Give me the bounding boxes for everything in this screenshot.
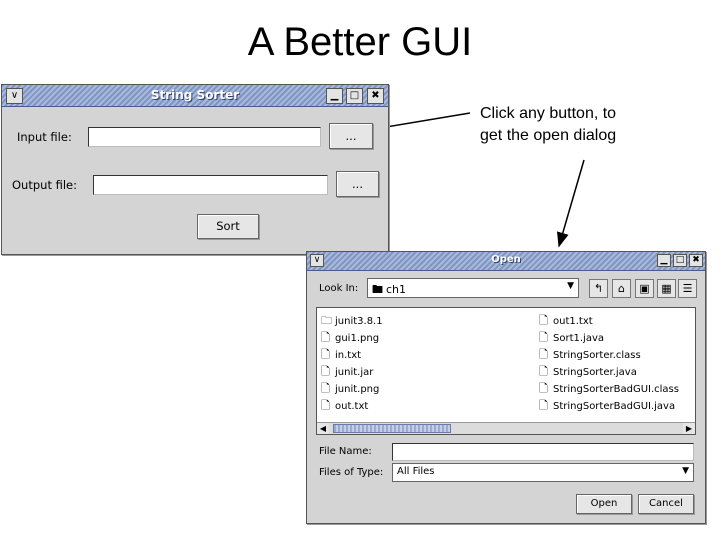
look-in-label: Look In: [319,283,359,294]
file-name: junit3.8.1 [335,316,383,327]
string-sorter-titlebar[interactable]: ∨ String Sorter ▁ □ ✖ [2,85,388,107]
scrollbar-thumb[interactable] [333,424,451,433]
file-list-item[interactable]: 🗋 gui1.png [321,329,383,346]
file-name-field[interactable] [392,443,694,461]
file-list-item[interactable]: 🗋 StringSorterBadGUI.java [539,397,679,414]
open-dialog-titlebar[interactable]: ∨ Open ▁ □ ✖ [307,252,705,271]
home-icon[interactable]: ⌂ [612,279,631,298]
scroll-left-icon[interactable]: ◀ [317,423,329,434]
output-file-field[interactable] [93,175,328,195]
file-icon: 🗋 [321,348,330,361]
file-icon: 🗋 [321,382,330,395]
file-list-item[interactable]: 🗋 StringSorter.class [539,346,679,363]
list-view-icon[interactable]: ▦ [657,279,676,298]
file-name: out1.txt [553,316,593,327]
file-list-item[interactable]: 🗀 junit3.8.1 [321,312,383,329]
maximize-icon[interactable]: □ [673,254,687,267]
file-name: junit.png [335,384,380,395]
file-column-right: 🗋 out1.txt 🗋 Sort1.java 🗋 StringSorter.class 🗋… [539,312,679,414]
folder-icon: 🖿 [372,283,383,296]
slide-title: A Better GUI [247,20,473,64]
file-icon: 🗋 [321,365,330,378]
look-in-select[interactable]: 🖿 ch1 ▼ [367,278,579,298]
input-file-label: Input file: [17,130,72,144]
details-view-icon[interactable]: ☰ [678,279,697,298]
input-file-field[interactable] [88,127,321,147]
file-list-item[interactable]: 🗋 out.txt [321,397,383,414]
chevron-down-icon[interactable]: ▼ [567,281,574,291]
sort-button[interactable]: Sort [197,214,259,239]
file-name: StringSorter.class [553,350,641,361]
output-browse-button[interactable]: ... [336,171,379,197]
open-dialog-title: Open [491,254,521,265]
cancel-button[interactable]: Cancel [638,494,694,514]
scroll-right-icon[interactable]: ▶ [683,423,695,434]
file-list-item[interactable]: 🗋 StringSorter.java [539,363,679,380]
file-list-item[interactable]: 🗋 junit.png [321,380,383,397]
folder-icon: 🗀 [321,314,332,327]
file-name-label: File Name: [319,446,372,457]
file-icon: 🗋 [539,314,548,327]
close-icon[interactable]: ✖ [689,254,703,267]
look-in-value: ch1 [386,283,407,296]
file-icon: 🗋 [539,399,548,412]
file-name: in.txt [335,350,362,361]
file-name: StringSorterBadGUI.class [553,384,679,395]
file-name: StringSorterBadGUI.java [553,401,676,412]
file-list-item[interactable]: 🗋 StringSorterBadGUI.class [539,380,679,397]
annotation-text: Click any button, to get the open dialog [480,103,616,147]
minimize-icon[interactable]: ▁ [326,88,343,104]
chevron-down-icon[interactable]: ▼ [682,466,689,476]
file-icon: 🗋 [539,331,548,344]
close-icon[interactable]: ✖ [367,88,384,104]
output-file-label: Output file: [12,178,77,192]
file-list-item[interactable]: 🗋 junit.jar [321,363,383,380]
file-list-item[interactable]: 🗋 Sort1.java [539,329,679,346]
files-of-type-label: Files of Type: [319,467,384,478]
file-icon: 🗋 [539,365,548,378]
file-list-item[interactable]: 🗋 out1.txt [539,312,679,329]
file-name: gui1.png [335,333,380,344]
open-button[interactable]: Open [576,494,632,514]
files-of-type-value: All Files [397,466,435,477]
file-icon: 🗋 [321,399,330,412]
file-list[interactable]: 🗀 junit3.8.1 🗋 gui1.png 🗋 in.txt 🗋 junit.jar 🗋 ju… [316,307,696,435]
annotation-line-2: get the open dialog [480,127,617,144]
string-sorter-window: ∨ String Sorter ▁ □ ✖ Input file: ... Ou… [1,84,389,255]
file-icon: 🗋 [539,348,548,361]
file-name: out.txt [335,401,369,412]
file-icon: 🗋 [539,382,548,395]
file-name: StringSorter.java [553,367,637,378]
minimize-icon[interactable]: ▁ [657,254,671,267]
up-folder-icon[interactable]: ↰ [589,279,608,298]
file-name: Sort1.java [553,333,604,344]
file-column-left: 🗀 junit3.8.1 🗋 gui1.png 🗋 in.txt 🗋 junit.jar 🗋 ju… [321,312,383,414]
file-icon: 🗋 [321,331,330,344]
arrow-to-open-dialog [557,159,585,248]
file-list-item[interactable]: 🗋 in.txt [321,346,383,363]
new-folder-icon[interactable]: ▣ [635,279,654,298]
horizontal-scrollbar[interactable]: ◀ ▶ [317,422,695,434]
files-of-type-select[interactable]: All Files ▼ [392,463,694,482]
maximize-icon[interactable]: □ [346,88,363,104]
input-browse-button[interactable]: ... [329,123,373,149]
annotation-line-1: Click any button, to [480,105,617,122]
file-name: junit.jar [335,367,374,378]
